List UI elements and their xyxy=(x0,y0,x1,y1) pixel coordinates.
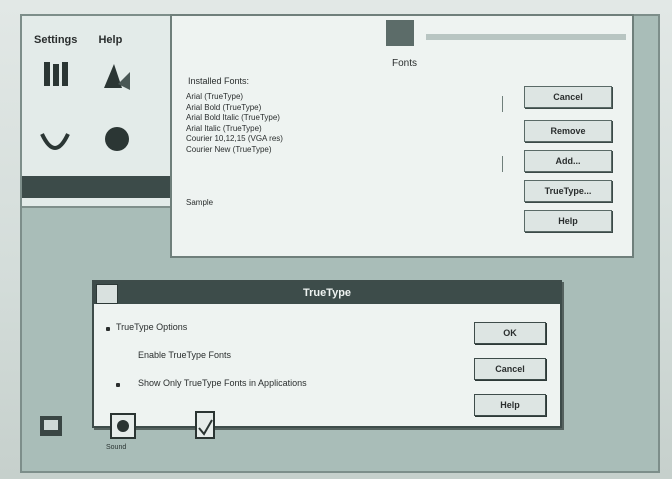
title-marker xyxy=(386,20,414,46)
fonts-icon[interactable] xyxy=(40,58,74,92)
program-icon[interactable] xyxy=(36,410,66,442)
font-list-item[interactable]: Arial (TrueType) xyxy=(186,92,486,103)
installed-fonts-label: Installed Fonts: xyxy=(188,76,250,86)
desktop-icon[interactable] xyxy=(100,60,134,94)
list-scrollbar[interactable] xyxy=(502,96,509,112)
font-list-item[interactable]: Courier 10,12,15 (VGA res) xyxy=(186,134,486,145)
control-panel-window: Settings Help xyxy=(22,16,172,208)
font-list-item[interactable]: Courier New (TrueType) xyxy=(186,145,486,156)
truetype-dialog: TrueType TrueType Options Enable TrueTyp… xyxy=(92,280,562,428)
help-button[interactable]: Help xyxy=(474,394,546,416)
remove-button[interactable]: Remove xyxy=(524,120,612,142)
sound-icon[interactable] xyxy=(108,410,138,442)
font-list-item[interactable]: Arial Italic (TrueType) xyxy=(186,124,486,135)
status-bar xyxy=(22,176,170,198)
fonts-heading: Fonts xyxy=(392,58,418,69)
cancel-button[interactable]: Cancel xyxy=(474,358,546,380)
color-icon[interactable] xyxy=(100,122,134,156)
bullet-icon xyxy=(116,383,120,387)
truetype-title: TrueType xyxy=(302,287,352,299)
document-icon[interactable] xyxy=(190,410,220,442)
sample-label: Sample xyxy=(186,198,214,207)
cancel-button[interactable]: Cancel xyxy=(524,86,612,108)
truetype-options-label: TrueType Options xyxy=(116,322,188,332)
add-button[interactable]: Add... xyxy=(524,150,612,172)
bullet-icon xyxy=(106,327,110,331)
menu-settings[interactable]: Settings xyxy=(34,34,77,46)
fonts-dialog: Fonts Installed Fonts: Arial (TrueType) … xyxy=(170,14,634,258)
menu-help[interactable]: Help xyxy=(98,34,122,46)
truetype-button[interactable]: TrueType... xyxy=(524,180,612,202)
list-scrollbar-thumb[interactable] xyxy=(502,156,509,172)
ok-button[interactable]: OK xyxy=(474,322,546,344)
enable-truetype-checkbox[interactable]: Enable TrueType Fonts xyxy=(138,350,231,360)
mouse-icon[interactable] xyxy=(38,126,72,160)
sound-icon-label: Sound xyxy=(106,444,127,451)
font-list-item[interactable]: Arial Bold (TrueType) xyxy=(186,103,486,114)
installed-fonts-list[interactable]: Arial (TrueType) Arial Bold (TrueType) A… xyxy=(186,92,486,155)
control-panel-menu: Settings Help xyxy=(34,34,140,46)
help-button[interactable]: Help xyxy=(524,210,612,232)
title-bar-strip xyxy=(426,34,626,40)
show-only-truetype-checkbox[interactable]: Show Only TrueType Fonts in Applications xyxy=(138,378,307,388)
font-list-item[interactable]: Arial Bold Italic (TrueType) xyxy=(186,113,486,124)
